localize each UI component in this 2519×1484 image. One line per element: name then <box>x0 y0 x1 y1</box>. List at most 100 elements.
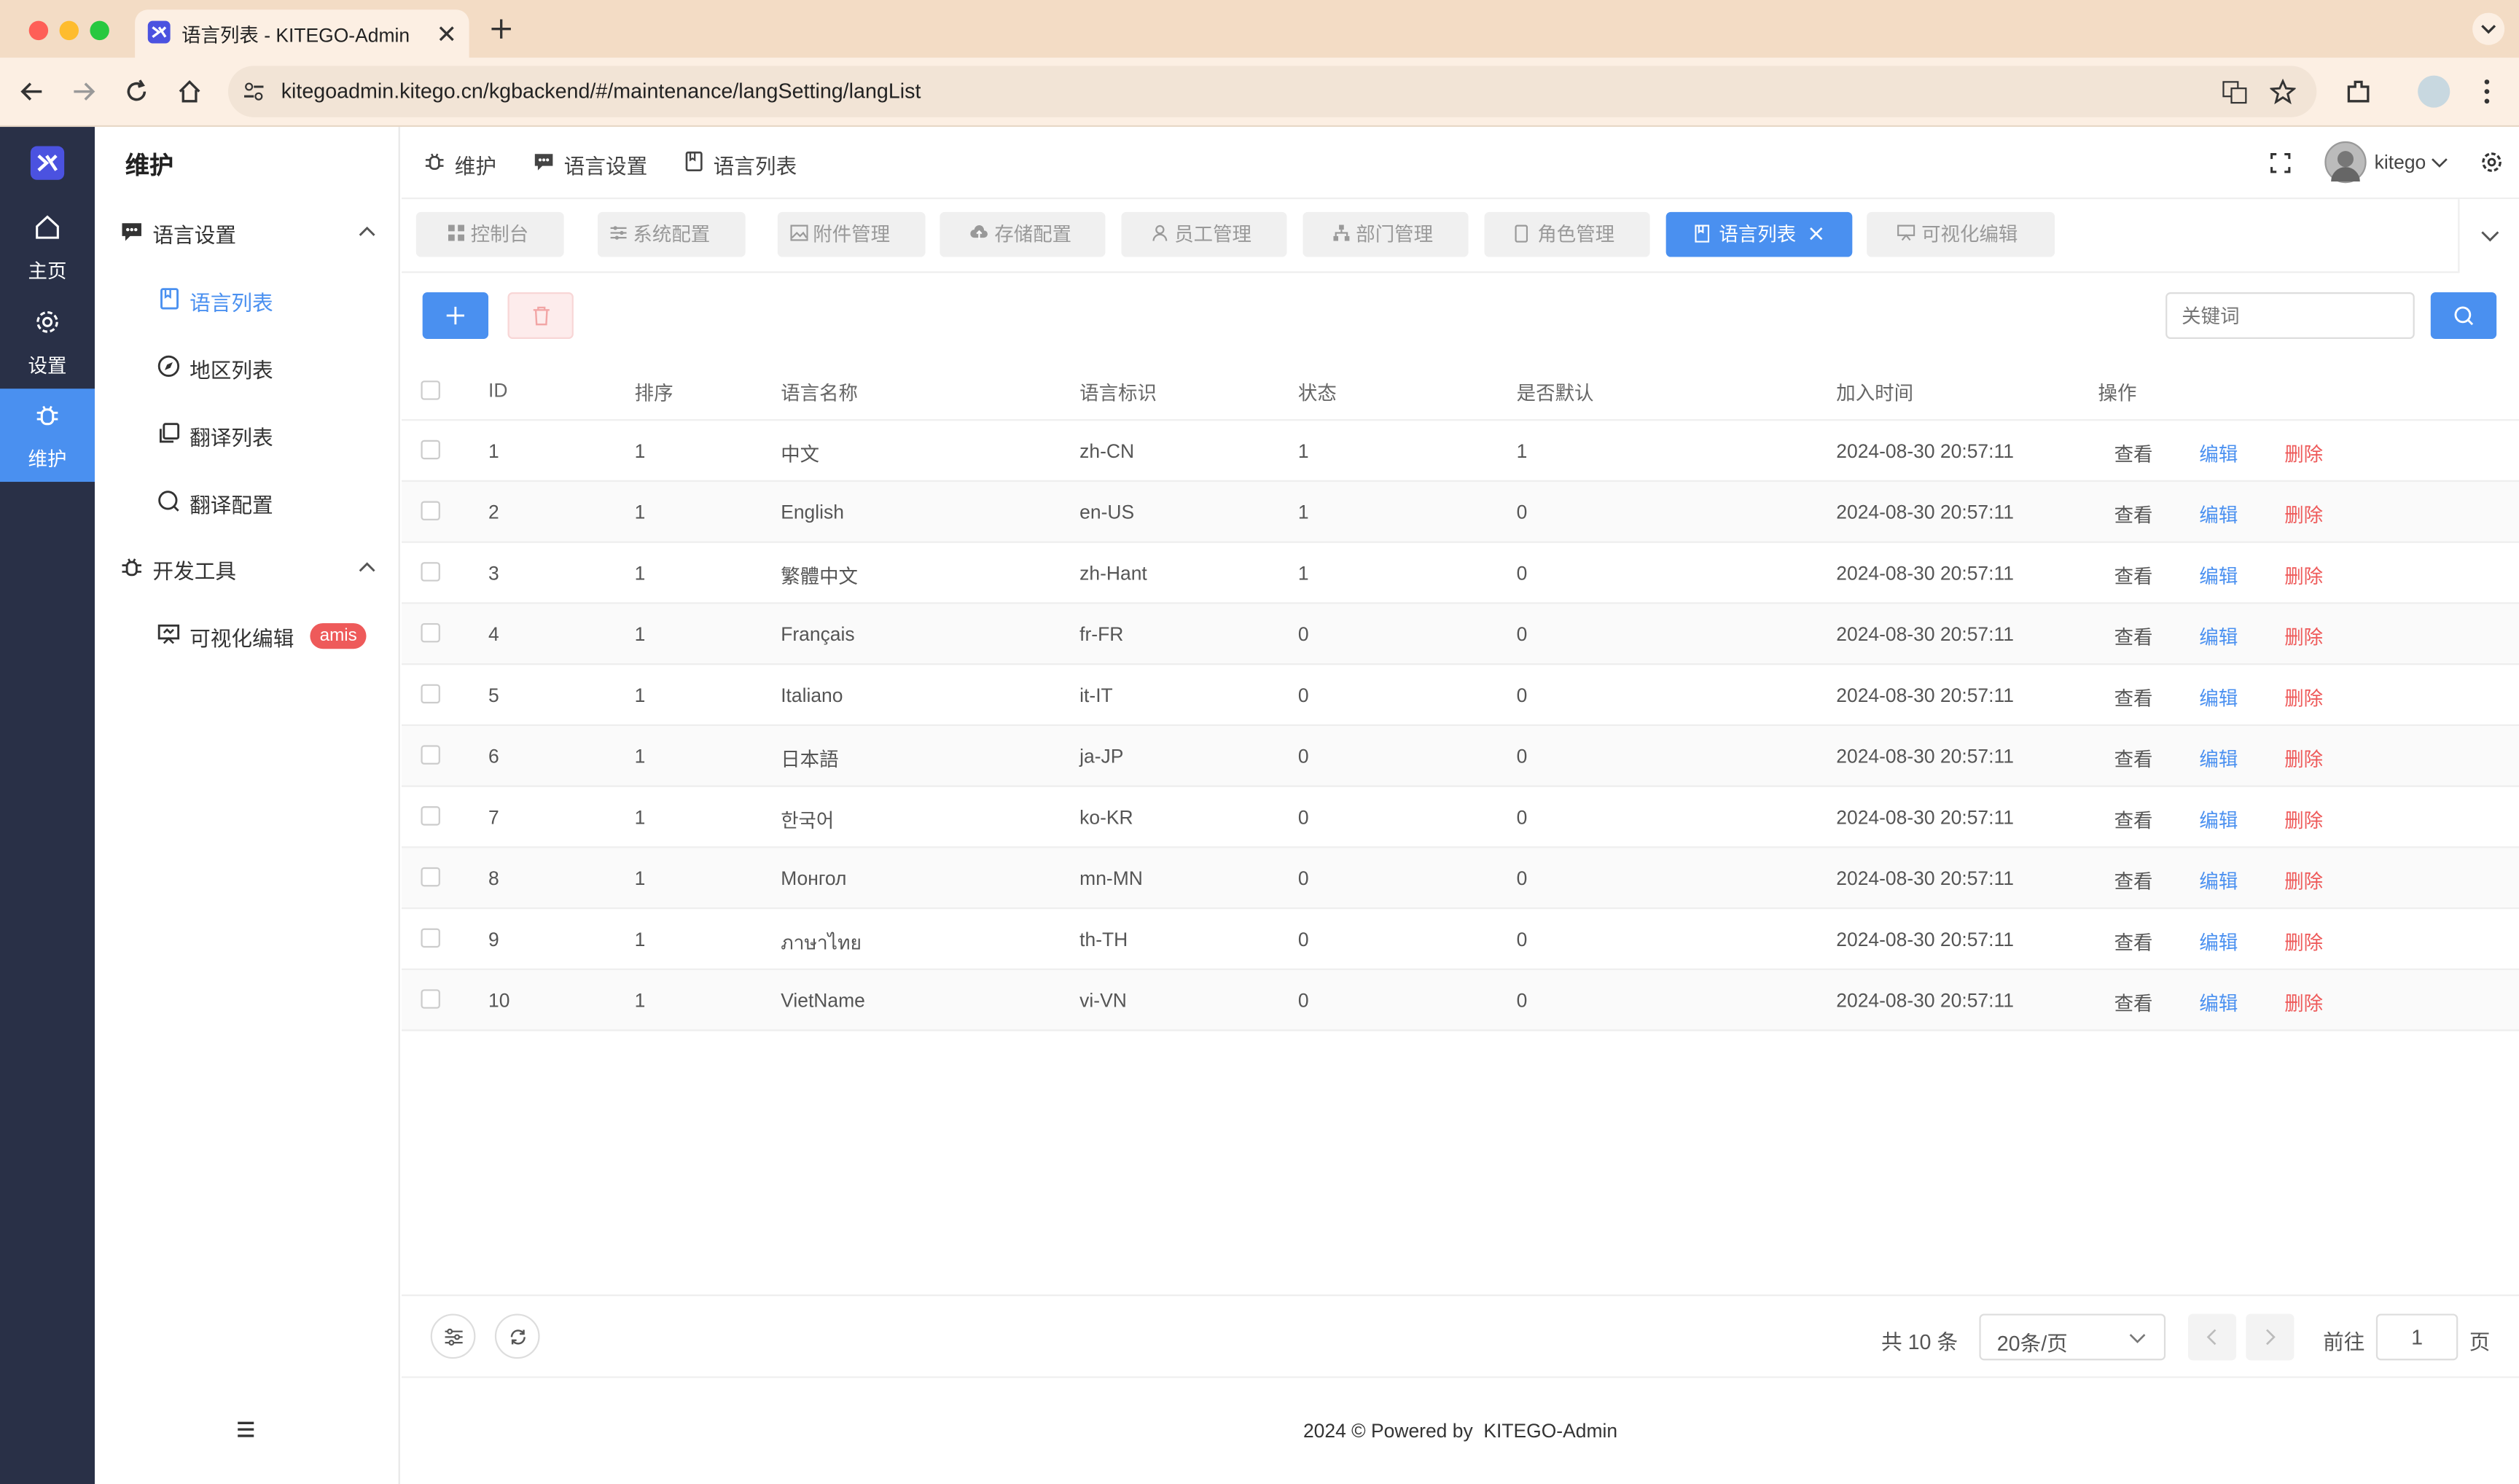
delete-button[interactable]: 删除 <box>2284 562 2323 589</box>
gear-icon[interactable] <box>2480 151 2503 173</box>
breadcrumb-item[interactable]: 语言设置 <box>564 149 648 180</box>
delete-button[interactable]: 删除 <box>2284 623 2323 650</box>
tab-dashboard[interactable]: 控制台 <box>415 211 564 257</box>
username[interactable]: kitego <box>2375 151 2426 173</box>
menu-item-language-list[interactable]: 语言列表 <box>95 270 399 331</box>
column-header-id[interactable]: ID <box>488 379 507 402</box>
tab-role-management[interactable]: 角色管理 <box>1484 211 1650 257</box>
delete-button[interactable]: 删除 <box>2284 745 2323 772</box>
delete-button[interactable]: 删除 <box>2284 684 2323 711</box>
view-button[interactable]: 查看 <box>2114 989 2153 1016</box>
delete-button[interactable]: 删除 <box>2284 440 2323 467</box>
next-page-button[interactable] <box>2246 1313 2295 1361</box>
new-tab-icon[interactable] <box>490 17 512 40</box>
avatar[interactable] <box>2324 141 2367 184</box>
url-text[interactable]: kitegoadmin.kitego.cn/kgbackend/#/mainte… <box>281 79 921 103</box>
edit-button[interactable]: 编辑 <box>2199 929 2238 956</box>
menu-collapse-icon[interactable] <box>236 1420 255 1439</box>
row-checkbox[interactable] <box>421 745 440 765</box>
rail-item-home[interactable]: 主页 <box>0 200 95 294</box>
edit-button[interactable]: 编辑 <box>2199 501 2238 528</box>
view-button[interactable]: 查看 <box>2114 745 2153 772</box>
prev-page-button[interactable] <box>2187 1313 2237 1361</box>
reload-icon[interactable] <box>124 79 149 104</box>
tab-visual-editor[interactable]: 可视化编辑 <box>1867 211 2055 257</box>
column-header-created-at[interactable]: 加入时间 <box>1836 379 1913 406</box>
menu-group-language-settings[interactable]: 语言设置 <box>95 203 399 264</box>
edit-button[interactable]: 编辑 <box>2199 867 2238 894</box>
tab-department-management[interactable]: 部门管理 <box>1303 211 1469 257</box>
page-size-select[interactable]: 20条/页 <box>1979 1313 2166 1361</box>
tab-staff-management[interactable]: 员工管理 <box>1121 211 1287 257</box>
menu-group-dev-tools[interactable]: 开发工具 <box>95 538 399 599</box>
goto-page-input[interactable] <box>2375 1313 2459 1361</box>
edit-button[interactable]: 编辑 <box>2199 684 2238 711</box>
tab-storage-config[interactable]: 存储配置 <box>940 211 1106 257</box>
column-header-language-name[interactable]: 语言名称 <box>781 379 858 406</box>
menu-item-region-list[interactable]: 地区列表 <box>95 337 399 399</box>
row-checkbox[interactable] <box>421 867 440 887</box>
row-checkbox[interactable] <box>421 806 440 826</box>
row-checkbox[interactable] <box>421 684 440 704</box>
chevron-down-icon[interactable] <box>2431 155 2448 172</box>
edit-button[interactable]: 编辑 <box>2199 440 2238 467</box>
column-settings-button[interactable] <box>430 1313 476 1359</box>
select-all-checkbox[interactable] <box>421 380 440 400</box>
home-page-icon[interactable] <box>176 79 202 104</box>
row-checkbox[interactable] <box>421 989 440 1009</box>
column-header-status[interactable]: 状态 <box>1298 379 1337 406</box>
row-checkbox[interactable] <box>421 622 440 643</box>
view-button[interactable]: 查看 <box>2114 501 2153 528</box>
close-tab-icon[interactable] <box>437 24 456 43</box>
rail-item-maintenance[interactable]: 维护 <box>0 388 95 483</box>
edit-button[interactable]: 编辑 <box>2199 562 2238 589</box>
delete-button[interactable]: 删除 <box>2284 501 2323 528</box>
view-button[interactable]: 查看 <box>2114 929 2153 956</box>
breadcrumb-item[interactable]: 语言列表 <box>714 149 797 180</box>
search-input[interactable] <box>2165 292 2415 339</box>
minimize-window-button[interactable] <box>59 20 79 41</box>
tab-system-config[interactable]: 系统配置 <box>597 211 746 257</box>
edit-button[interactable]: 编辑 <box>2199 623 2238 650</box>
address-bar[interactable]: kitegoadmin.kitego.cn/kgbackend/#/mainte… <box>227 66 2317 117</box>
column-header-is-default[interactable]: 是否默认 <box>1517 379 1594 406</box>
site-info-icon[interactable] <box>241 79 267 104</box>
edit-button[interactable]: 编辑 <box>2199 745 2238 772</box>
rail-item-settings[interactable]: 设置 <box>0 295 95 388</box>
browser-tab[interactable]: 语言列表 - KITEGO-Admin <box>135 9 469 58</box>
delete-button[interactable]: 删除 <box>2284 929 2323 956</box>
view-button[interactable]: 查看 <box>2114 623 2153 650</box>
view-button[interactable]: 查看 <box>2114 440 2153 467</box>
view-button[interactable]: 查看 <box>2114 806 2153 833</box>
view-button[interactable]: 查看 <box>2114 562 2153 589</box>
back-icon[interactable] <box>19 79 44 104</box>
close-tab-icon[interactable] <box>1809 227 1824 241</box>
search-button[interactable] <box>2430 292 2497 339</box>
menu-item-translation-config[interactable]: 翻译配置 <box>95 472 399 534</box>
view-button[interactable]: 查看 <box>2114 684 2153 711</box>
delete-button[interactable]: 删除 <box>2284 806 2323 833</box>
column-header-sort[interactable]: 排序 <box>635 379 673 406</box>
browser-menu-icon[interactable] <box>2476 77 2499 106</box>
app-logo-icon[interactable] <box>30 146 65 180</box>
translate-icon[interactable] <box>2222 79 2247 104</box>
profile-avatar-icon[interactable] <box>2418 75 2450 108</box>
bulk-delete-button[interactable] <box>507 292 574 339</box>
view-button[interactable]: 查看 <box>2114 867 2153 894</box>
maximize-window-button[interactable] <box>90 20 109 41</box>
bookmark-star-icon[interactable] <box>2270 78 2296 105</box>
tab-attachment-management[interactable]: 附件管理 <box>777 211 926 257</box>
tabs-more-button[interactable] <box>2458 199 2519 273</box>
menu-item-translation-list[interactable]: 翻译列表 <box>95 405 399 466</box>
row-checkbox[interactable] <box>421 928 440 948</box>
row-checkbox[interactable] <box>421 562 440 582</box>
extensions-icon[interactable] <box>2344 77 2373 106</box>
delete-button[interactable]: 删除 <box>2284 989 2323 1016</box>
edit-button[interactable]: 编辑 <box>2199 806 2238 833</box>
menu-item-visual-editor[interactable]: 可视化编辑 amis <box>95 606 399 667</box>
row-checkbox[interactable] <box>421 501 440 520</box>
tab-language-list[interactable]: 语言列表 <box>1665 211 1853 257</box>
breadcrumb-item[interactable]: 维护 <box>455 149 496 180</box>
add-button[interactable] <box>422 292 489 339</box>
row-checkbox[interactable] <box>421 440 440 460</box>
